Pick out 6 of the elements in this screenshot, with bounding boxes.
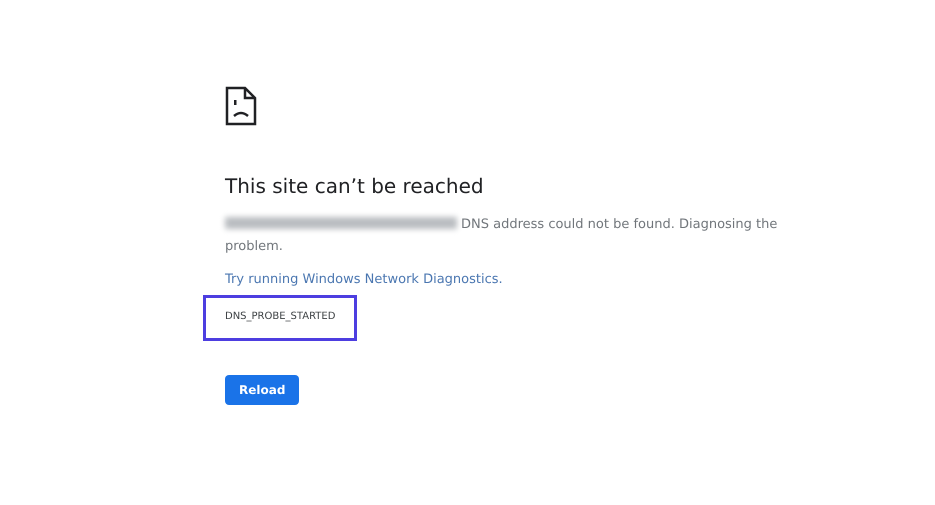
error-code: DNS_PROBE_STARTED bbox=[225, 311, 336, 322]
error-heading: This site can’t be reached bbox=[225, 173, 484, 200]
sad-page-icon bbox=[225, 86, 257, 126]
diagnostics-link[interactable]: Try running Windows Network Diagnostics. bbox=[225, 272, 503, 287]
reload-button[interactable]: Reload bbox=[225, 375, 300, 405]
error-message: DNS address could not be found. Diagnosing the problem. bbox=[225, 217, 778, 254]
